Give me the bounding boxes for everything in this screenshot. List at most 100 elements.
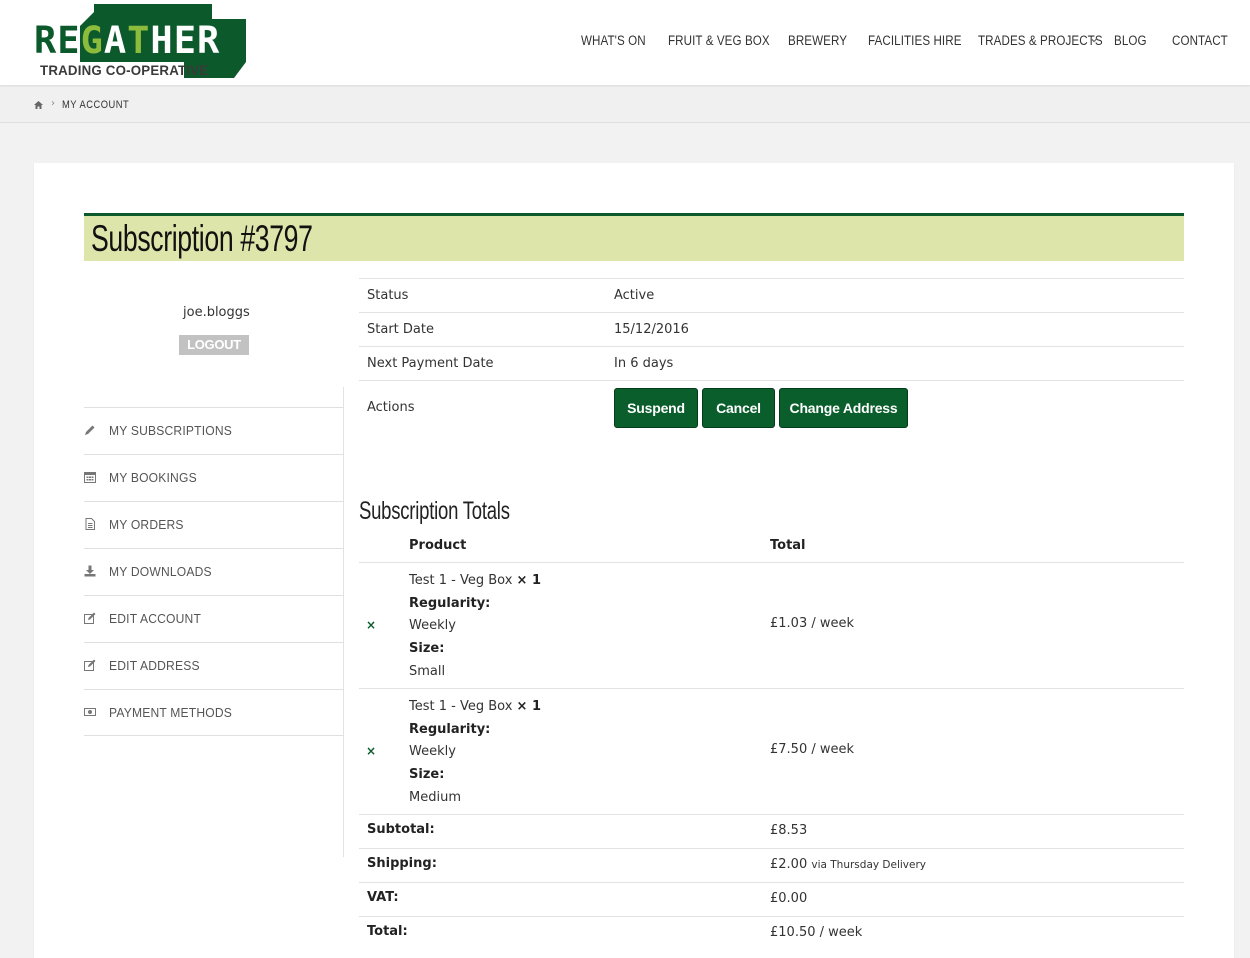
- nav-blog[interactable]: BLOG: [1114, 33, 1147, 48]
- logo-letter: H: [150, 19, 174, 62]
- page-title-bar: Subscription #3797: [84, 213, 1184, 261]
- nav-trades-projects[interactable]: TRADES & PROJECTS: [978, 33, 1103, 48]
- sidebar-item-label: MY DOWNLOADS: [109, 564, 212, 579]
- sidebar-item-label: EDIT ADDRESS: [109, 658, 200, 673]
- product-name: Test 1 - Veg Box: [409, 573, 513, 588]
- nav-whats-on[interactable]: WHAT'S ON: [581, 33, 646, 48]
- document-icon: [85, 518, 95, 530]
- remove-item-button[interactable]: ×: [366, 744, 376, 758]
- meta-value: Weekly: [409, 618, 456, 634]
- cancel-button[interactable]: Cancel: [702, 388, 775, 428]
- line-total: £7.50 / week: [770, 742, 855, 757]
- breadcrumb-current: MY ACCOUNT: [62, 99, 130, 111]
- total-row: Total: £10.50 / week: [359, 917, 1184, 951]
- logo-letter: G: [80, 19, 104, 62]
- sidebar-item-label: MY SUBSCRIPTIONS: [109, 423, 233, 438]
- column-header-total: Total: [770, 538, 806, 553]
- logo-tagline: TRADING CO-OPERATIVE: [40, 62, 209, 78]
- subtotal-row: Subtotal: £8.53: [359, 815, 1184, 849]
- table-row: × Test 1 - Veg Box × 1 Regularity: Weekl…: [359, 563, 1184, 689]
- next-payment-value: In 6 days: [614, 356, 674, 371]
- vat-row: VAT: £0.00: [359, 883, 1184, 917]
- shipping-value: £2.00: [770, 857, 808, 872]
- sidebar-item-label: EDIT ACCOUNT: [109, 611, 202, 626]
- details-label: Status: [367, 288, 409, 303]
- table-row: × Test 1 - Veg Box × 1 Regularity: Weekl…: [359, 689, 1184, 815]
- meta-label: Size:: [409, 767, 445, 783]
- vat-value: £0.00: [770, 891, 808, 906]
- home-icon[interactable]: [34, 101, 43, 109]
- regather-logo[interactable]: REGATHER TRADING CO-OPERATIVE: [32, 4, 248, 82]
- details-row-actions: Actions Suspend Cancel Change Address: [359, 380, 1184, 443]
- site-header: REGATHER TRADING CO-OPERATIVE WHAT'S ON …: [0, 0, 1250, 86]
- logo-letter: R: [34, 19, 58, 62]
- vat-label: VAT:: [367, 890, 399, 905]
- nav-brewery[interactable]: BREWERY: [788, 33, 847, 48]
- sidebar-item-my-downloads[interactable]: MY DOWNLOADS: [84, 548, 344, 595]
- sidebar-item-my-subscriptions[interactable]: MY SUBSCRIPTIONS: [84, 407, 344, 454]
- edit-icon: [84, 612, 96, 624]
- details-label: Next Payment Date: [367, 356, 494, 371]
- pencil-icon: [85, 425, 95, 435]
- page-title: Subscription #3797: [91, 218, 313, 259]
- product-quantity: × 1: [516, 699, 541, 714]
- totals-heading: Subscription Totals: [359, 497, 510, 525]
- logo-letter: E: [57, 19, 81, 62]
- sidebar-item-edit-account[interactable]: EDIT ACCOUNT: [84, 595, 344, 642]
- sidebar-item-edit-address[interactable]: EDIT ADDRESS: [84, 642, 344, 689]
- calendar-icon: [84, 472, 96, 483]
- sidebar-item-label: MY ORDERS: [109, 517, 184, 532]
- change-address-button[interactable]: Change Address: [779, 388, 908, 428]
- details-row-start-date: Start Date 15/12/2016: [359, 312, 1184, 346]
- sidebar-item-my-orders[interactable]: MY ORDERS: [84, 501, 344, 548]
- shipping-row: Shipping: £2.00 via Thursday Delivery: [359, 849, 1184, 883]
- product-quantity: × 1: [516, 573, 541, 588]
- shipping-method: via Thursday Delivery: [811, 859, 927, 871]
- total-value: £10.50 / week: [770, 925, 863, 940]
- breadcrumb-separator: ›: [51, 98, 55, 109]
- chevron-down-icon[interactable]: [1090, 36, 1098, 44]
- nav-contact[interactable]: CONTACT: [1172, 33, 1228, 48]
- sidebar-item-label: PAYMENT METHODS: [109, 705, 233, 720]
- logo-wordmark: REGATHER: [34, 22, 220, 59]
- nav-fruit-veg-box[interactable]: FRUIT & VEG BOX: [668, 33, 770, 48]
- meta-value: Medium: [409, 789, 461, 805]
- meta-label: Size:: [409, 641, 445, 657]
- product-name: Test 1 - Veg Box: [409, 699, 513, 714]
- suspend-button[interactable]: Suspend: [614, 388, 698, 428]
- details-row-next-payment: Next Payment Date In 6 days: [359, 346, 1184, 380]
- account-menu: MY SUBSCRIPTIONS MY BOOKINGS MY ORDERS M…: [84, 407, 344, 736]
- details-label: Actions: [367, 400, 415, 415]
- line-total: £1.03 / week: [770, 616, 855, 631]
- logo-letter: A: [103, 19, 128, 62]
- subscription-totals-table: Product Total × Test 1 - Veg Box × 1 Reg…: [359, 531, 1184, 951]
- meta-label: Regularity:: [409, 721, 491, 737]
- details-row-status: Status Active: [359, 278, 1184, 312]
- totals-header-row: Product Total: [359, 531, 1184, 563]
- subtotal-value: £8.53: [770, 823, 808, 838]
- column-header-product: Product: [409, 538, 467, 553]
- subtotal-label: Subtotal:: [367, 822, 435, 837]
- product-details: Test 1 - Veg Box × 1 Regularity: Weekly …: [409, 570, 541, 684]
- breadcrumb: › MY ACCOUNT: [0, 87, 1250, 123]
- total-label: Total:: [367, 924, 408, 939]
- sidebar-item-payment-methods[interactable]: PAYMENT METHODS: [84, 689, 344, 736]
- details-label: Start Date: [367, 322, 434, 337]
- logout-button[interactable]: LOGOUT: [179, 335, 249, 355]
- meta-label: Regularity:: [409, 595, 491, 611]
- remove-item-button[interactable]: ×: [366, 618, 376, 632]
- meta-value: Weekly: [409, 744, 456, 760]
- status-value: Active: [614, 288, 655, 303]
- download-icon: [84, 565, 96, 577]
- logo-letter: R: [196, 19, 221, 62]
- nav-facilities-hire[interactable]: FACILITIES HIRE: [868, 33, 962, 48]
- money-icon: [84, 708, 96, 716]
- product-details: Test 1 - Veg Box × 1 Regularity: Weekly …: [409, 696, 541, 810]
- subscription-details-table: Status Active Start Date 15/12/2016 Next…: [359, 278, 1184, 443]
- edit-icon: [84, 659, 96, 671]
- shipping-value-wrap: £2.00 via Thursday Delivery: [770, 857, 926, 872]
- sidebar-item-my-bookings[interactable]: MY BOOKINGS: [84, 454, 344, 501]
- logo-letter: T: [127, 19, 151, 62]
- sidebar-item-label: MY BOOKINGS: [109, 470, 197, 485]
- account-username: joe.bloggs: [183, 305, 250, 320]
